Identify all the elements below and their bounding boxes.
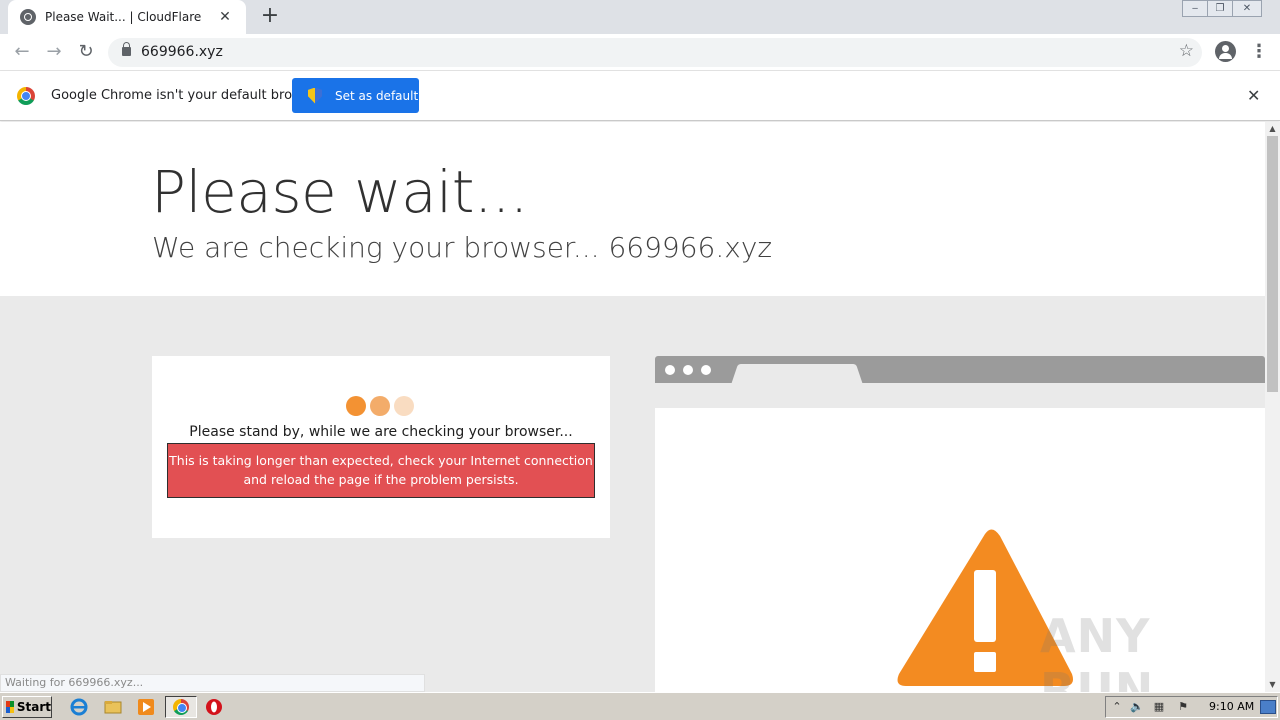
alert-line-2: and reload the page if the problem persi… — [243, 472, 519, 487]
scroll-up-arrow-icon[interactable]: ▲ — [1265, 122, 1280, 136]
minimize-button[interactable]: ‒ — [1182, 0, 1208, 17]
scroll-down-arrow-icon[interactable]: ▼ — [1265, 678, 1280, 692]
page-header: Please wait... We are checking your brow… — [0, 122, 1265, 296]
illustration-tab — [731, 363, 863, 384]
chrome-logo-icon — [17, 87, 35, 105]
windows-logo-icon — [6, 701, 14, 713]
scrollbar-thumb[interactable] — [1267, 136, 1278, 392]
set-as-default-label: Set as default — [335, 88, 419, 103]
forward-button[interactable]: → — [42, 40, 66, 64]
reload-button[interactable]: ↻ — [74, 40, 98, 64]
lock-icon[interactable] — [122, 42, 131, 56]
url-text[interactable]: 669966.xyz — [141, 44, 223, 60]
illustration-dot — [665, 365, 675, 375]
close-window-button[interactable]: ✕ — [1232, 0, 1262, 17]
chrome-menu-icon[interactable]: ⋮ — [1250, 41, 1268, 63]
action-center-flag-icon[interactable]: ⚑ — [1176, 700, 1190, 714]
window-controls: ‒ ❐ ✕ — [1182, 0, 1262, 18]
media-player-icon[interactable] — [137, 698, 155, 716]
restore-button[interactable]: ❐ — [1207, 0, 1233, 17]
network-icon[interactable]: ▦ — [1152, 700, 1166, 714]
browser-toolbar: ← → ↻ 669966.xyz ☆ — [0, 34, 1280, 71]
start-label: Start — [16, 700, 51, 714]
tab-title: Please Wait... | CloudFlare — [45, 10, 202, 24]
page-subtitle: We are checking your browser... 669966.x… — [152, 231, 773, 264]
show-hidden-icons-icon[interactable]: ⌃ — [1110, 700, 1124, 714]
internet-explorer-icon[interactable] — [70, 698, 88, 716]
address-bar[interactable]: 669966.xyz ☆ — [108, 38, 1202, 67]
back-button[interactable]: ← — [10, 40, 34, 64]
start-button[interactable]: Start — [2, 696, 52, 718]
chrome-taskbar-icon — [173, 699, 189, 715]
system-tray: ⌃ 🔈 ▦ ⚑ 9:10 AM — [1105, 696, 1278, 718]
globe-icon — [20, 9, 36, 25]
alert-line-1: This is taking longer than expected, che… — [169, 453, 593, 468]
checking-card: Please stand by, while we are checking y… — [152, 356, 610, 538]
uac-shield-icon — [308, 87, 322, 104]
loading-dots — [346, 396, 418, 416]
loading-dot — [370, 396, 390, 416]
infobar-message: Google Chrome isn't your default browser — [51, 88, 323, 103]
timeout-alert: This is taking longer than expected, che… — [167, 443, 595, 498]
tab-strip: Please Wait... | CloudFlare ✕ + ‒ ❐ ✕ — [0, 0, 1280, 34]
set-as-default-button[interactable]: Set as default — [292, 78, 419, 113]
illustration-dot — [683, 365, 693, 375]
loading-dot — [394, 396, 414, 416]
show-desktop-icon[interactable] — [1260, 700, 1276, 714]
status-bubble: Waiting for 669966.xyz... — [0, 674, 425, 692]
anyrun-watermark: ANY RUN — [1040, 609, 1155, 692]
page-viewport: Please wait... We are checking your brow… — [0, 122, 1265, 692]
illustration-dot — [701, 365, 711, 375]
page-scrollbar[interactable]: ▲ ▼ — [1265, 122, 1280, 692]
taskbar-clock[interactable]: 9:10 AM — [1209, 700, 1254, 713]
infobar-close-icon[interactable]: ✕ — [1247, 86, 1260, 105]
standby-text: Please stand by, while we are checking y… — [189, 424, 573, 440]
new-tab-button[interactable]: + — [258, 5, 282, 29]
opera-icon[interactable] — [205, 698, 223, 716]
loading-dot — [346, 396, 366, 416]
bookmark-star-icon[interactable]: ☆ — [1179, 41, 1194, 61]
chrome-taskbar-button[interactable] — [165, 696, 197, 718]
volume-icon[interactable]: 🔈 — [1130, 700, 1144, 714]
profile-avatar-icon[interactable] — [1215, 41, 1236, 62]
tab-close-icon[interactable]: ✕ — [216, 9, 234, 25]
default-browser-infobar: Google Chrome isn't your default browser… — [0, 71, 1280, 121]
illustration-titlebar — [655, 356, 1265, 384]
browser-tab[interactable]: Please Wait... | CloudFlare ✕ — [8, 0, 246, 34]
windows-taskbar: Start ⌃ 🔈 ▦ ⚑ 9:10 AM — [0, 692, 1280, 720]
page-title: Please wait... — [151, 158, 528, 226]
file-explorer-icon[interactable] — [104, 698, 122, 716]
